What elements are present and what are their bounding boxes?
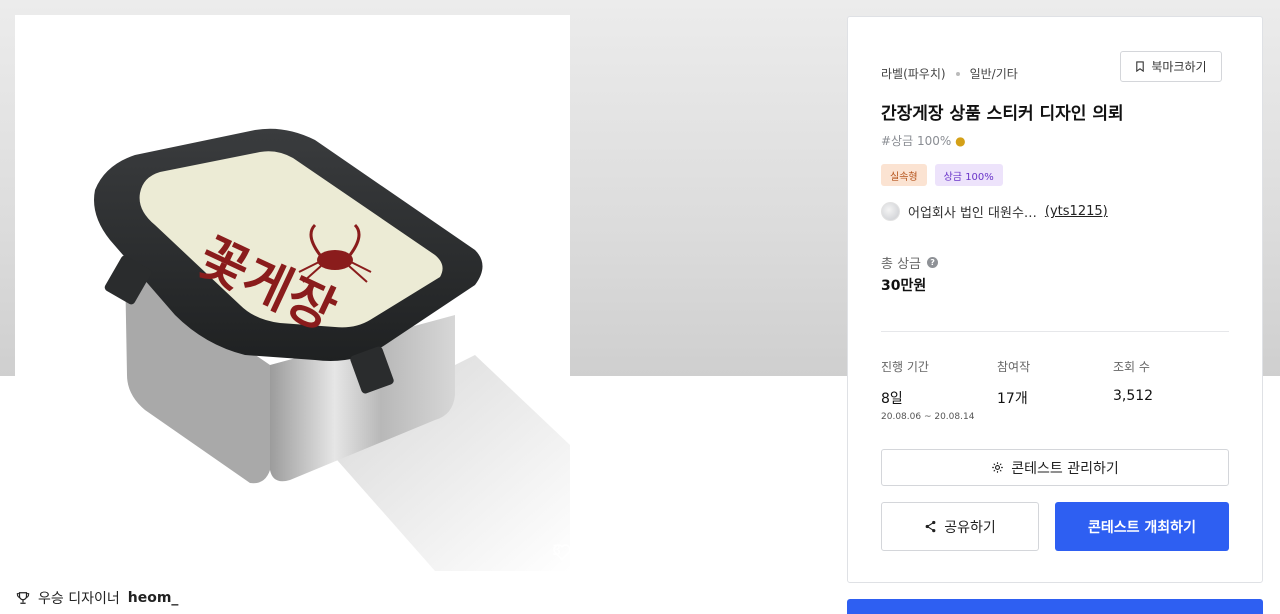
hashtag-text[interactable]: #상금 100% (881, 134, 951, 148)
product-image[interactable]: 꽃게장 3 (15, 15, 570, 571)
prize-label-text: 총 상금 (881, 257, 922, 272)
host-info: 어업회사 법인 대원수… (yts1215) (881, 202, 1108, 221)
stat-period: 진행 기간 8일 20.08.06 ~ 20.08.14 (881, 358, 974, 422)
product-illustration: 꽃게장 (94, 128, 570, 571)
total-prize-label: 총 상금 ? (881, 253, 939, 272)
badge-list: 실속형 상금 100% (881, 164, 1003, 186)
like-counter[interactable]: 3 (552, 543, 570, 561)
share-label: 공유하기 (944, 519, 996, 536)
stat-participants-label: 참여작 (997, 360, 1031, 374)
manage-contest-button[interactable]: 콘테스트 관리하기 (881, 449, 1229, 486)
bookmark-button[interactable]: 북마크하기 (1120, 51, 1222, 82)
winner-designer: 우승 디자이너 heom_ (16, 588, 178, 608)
manage-contest-label: 콘테스트 관리하기 (1011, 460, 1119, 477)
badge-prize: 상금 100% (934, 164, 1003, 186)
stat-views: 조회 수 3,512 (1113, 358, 1153, 404)
stat-period-range: 20.08.06 ~ 20.08.14 (881, 412, 975, 422)
winner-prefix: 우승 디자이너 (38, 591, 120, 607)
bookmark-label: 북마크하기 (1151, 60, 1207, 74)
category-breadcrumb: 라벨(파우치) 일반/기타 (881, 65, 1018, 82)
stat-period-value: 8일 (881, 391, 903, 407)
host-id-link[interactable]: (yts1215) (1045, 204, 1108, 219)
open-contest-label: 콘테스트 개최하기 (1088, 519, 1196, 536)
host-name: 어업회사 법인 대원수… (908, 206, 1037, 221)
heart-icon (553, 544, 570, 561)
share-icon (925, 520, 936, 533)
stat-participants: 참여작 17개 (997, 358, 1030, 408)
hashtag: #상금 100% ● (881, 132, 966, 149)
money-bag-icon: ● (955, 134, 966, 148)
divider (881, 331, 1229, 332)
stat-period-label: 진행 기간 (881, 360, 929, 374)
stat-views-label: 조회 수 (1113, 360, 1150, 374)
total-prize-value: 30만원 (881, 278, 927, 294)
separator-dot (955, 71, 960, 76)
category[interactable]: 라벨(파우치) (881, 65, 946, 82)
help-icon[interactable]: ? (927, 257, 939, 268)
bottom-action-bar[interactable] (847, 599, 1263, 614)
winner-name[interactable]: heom_ (128, 590, 179, 606)
stat-participants-value: 17개 (997, 391, 1028, 407)
subcategory[interactable]: 일반/기타 (970, 65, 1018, 82)
open-contest-button[interactable]: 콘테스트 개최하기 (1055, 502, 1229, 551)
contest-info-panel: 라벨(파우치) 일반/기타 북마크하기 간장게장 상품 스티커 디자인 의뢰 #… (847, 16, 1263, 583)
bookmark-icon (1136, 61, 1145, 72)
gear-icon (992, 462, 1004, 473)
host-avatar (881, 202, 900, 221)
stat-views-value: 3,512 (1113, 388, 1154, 404)
contest-title: 간장게장 상품 스티커 디자인 의뢰 (881, 104, 1124, 124)
share-button[interactable]: 공유하기 (881, 502, 1039, 551)
trophy-icon (16, 592, 30, 604)
badge-budget-type: 실속형 (881, 164, 927, 186)
